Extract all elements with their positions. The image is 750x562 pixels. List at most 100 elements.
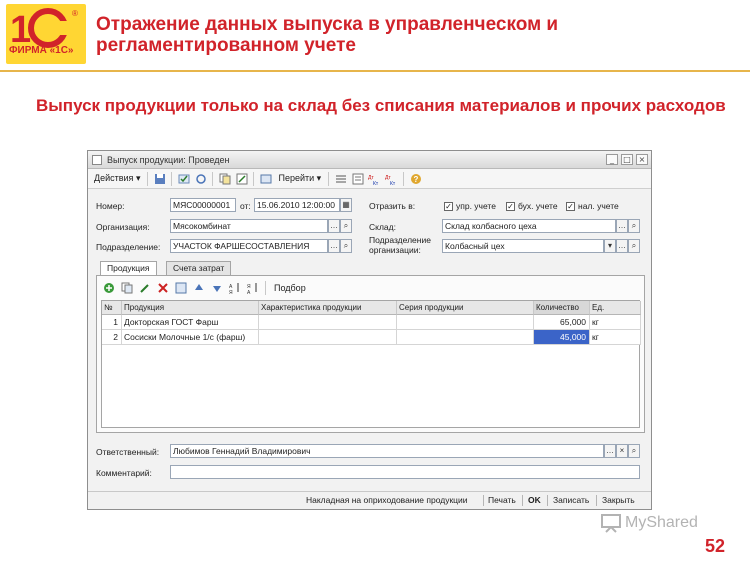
window-title: Выпуск продукции: Проведен <box>107 155 230 165</box>
document-window: Выпуск продукции: Проведен _ □ × Действи… <box>87 150 652 510</box>
row2-characteristic[interactable] <box>259 330 397 345</box>
post-icon[interactable] <box>176 172 191 186</box>
svg-text:?: ? <box>413 175 418 184</box>
sort-asc-icon[interactable]: АЯ <box>227 281 242 295</box>
watermark-text: MyShared <box>625 514 698 531</box>
org-division-label-line2: организации: <box>369 245 421 255</box>
organization-field[interactable]: Мясокомбинат <box>170 219 328 233</box>
close-button[interactable]: Закрыть <box>602 495 635 505</box>
delete-row-icon[interactable] <box>155 281 170 295</box>
row1-characteristic[interactable] <box>259 315 397 330</box>
accounting-label: бух. учете <box>518 201 558 211</box>
date-field[interactable]: 15.06.2010 12:00:00 <box>254 198 340 212</box>
copy-icon[interactable] <box>217 172 232 186</box>
mgmt-accounting-checkbox[interactable]: ✓ <box>444 202 453 211</box>
svg-text:Кт: Кт <box>373 181 379 185</box>
products-tab-panel: АЯ ЯА Подбор № Продукция Характеристика … <box>96 275 645 433</box>
row1-number[interactable]: 1 <box>102 315 122 330</box>
tab-cost-accounts[interactable]: Счета затрат <box>166 261 232 275</box>
close-window-button[interactable]: × <box>636 154 648 165</box>
col-header-quantity[interactable]: Количество <box>534 301 590 315</box>
tab-products[interactable]: Продукция <box>100 261 157 275</box>
reflect-in-label: Отразить в: <box>369 201 416 211</box>
structure-icon[interactable] <box>258 172 273 186</box>
row1-quantity[interactable]: 65,000 <box>534 315 590 330</box>
col-header-unit[interactable]: Ед. <box>590 301 641 315</box>
org-division-select-button[interactable]: … <box>616 239 628 253</box>
responsible-field[interactable]: Любимов Геннадий Владимирович <box>170 444 604 458</box>
comment-label: Комментарий: <box>96 468 152 478</box>
comment-field[interactable] <box>170 465 640 479</box>
division-select-button[interactable]: … <box>328 239 340 253</box>
row1-product[interactable]: Докторская ГОСТ Фарш <box>122 315 259 330</box>
page-number: 52 <box>705 536 726 556</box>
tax-accounting-checkbox[interactable]: ✓ <box>566 202 575 211</box>
row2-number[interactable]: 2 <box>102 330 122 345</box>
col-header-characteristic[interactable]: Характеристика продукции <box>259 301 397 315</box>
responsible-clear-icon[interactable]: × <box>616 444 628 458</box>
col-header-number[interactable]: № <box>102 301 122 315</box>
print-button[interactable]: Печать <box>488 495 516 505</box>
row2-quantity-selected[interactable]: 45,000 <box>534 330 590 345</box>
organization-label: Организация: <box>96 222 150 232</box>
organization-search-icon[interactable]: ⌕ <box>340 219 352 233</box>
add-row-icon[interactable] <box>101 281 116 295</box>
edit-row-icon[interactable] <box>137 281 152 295</box>
ledger-icon[interactable] <box>350 172 365 186</box>
slide-subtitle: Выпуск продукции только на склад без спи… <box>36 96 726 115</box>
grid-icon[interactable] <box>173 281 188 295</box>
save-icon[interactable] <box>152 172 167 186</box>
col-header-series[interactable]: Серия продукции <box>397 301 534 315</box>
selection-button[interactable]: Подбор <box>271 283 309 293</box>
help-icon[interactable]: ? <box>408 172 423 186</box>
move-down-icon[interactable] <box>209 281 224 295</box>
row2-unit[interactable]: кг <box>590 330 641 345</box>
number-field[interactable]: МЯС00000001 <box>170 198 236 212</box>
division-field[interactable]: УЧАСТОК ФАРШЕСОСТАВЛЕНИЯ <box>170 239 328 253</box>
bottom-button-bar: Накладная на оприходование продукции Печ… <box>88 491 651 509</box>
row2-product[interactable]: Сосиски Молочные 1/с (фарш) <box>122 330 259 345</box>
slide-header: 1 ® ФИРМА «1С» Отражение данных выпуска … <box>0 0 750 72</box>
move-up-icon[interactable] <box>191 281 206 295</box>
division-search-icon[interactable]: ⌕ <box>340 239 352 253</box>
mgmt-accounting-label: упр. учете <box>456 201 496 211</box>
responsible-select-button[interactable]: … <box>604 444 616 458</box>
actions-menu[interactable]: Действия ▾ <box>91 173 143 184</box>
org-division-search-icon[interactable]: ⌕ <box>628 239 640 253</box>
accounting-checkbox[interactable]: ✓ <box>506 202 515 211</box>
document-icon <box>92 155 102 165</box>
logo-caption: ФИРМА «1С» <box>9 45 74 56</box>
svg-text:Я: Я <box>229 290 233 294</box>
ok-button[interactable]: OK <box>528 495 541 505</box>
sort-desc-icon[interactable]: ЯА <box>245 281 260 295</box>
row2-series[interactable] <box>397 330 534 345</box>
tax-accounting-label: нал. учете <box>578 201 619 211</box>
dt-kt-icon[interactable]: Дт Кт <box>367 172 382 186</box>
organization-select-button[interactable]: … <box>328 219 340 233</box>
copy-row-icon[interactable] <box>119 281 134 295</box>
dt-kt-tax-icon[interactable]: Дт Кт <box>384 172 399 186</box>
goto-menu[interactable]: Перейти ▾ <box>275 173 324 184</box>
minimize-button[interactable]: _ <box>606 154 618 165</box>
org-division-label-line1: Подразделение <box>369 235 431 245</box>
responsible-search-icon[interactable]: ⌕ <box>628 444 640 458</box>
warehouse-field[interactable]: Склад колбасного цеха <box>442 219 616 233</box>
refresh-icon[interactable] <box>193 172 208 186</box>
number-label: Номер: <box>96 201 125 211</box>
row1-series[interactable] <box>397 315 534 330</box>
row1-unit[interactable]: кг <box>590 315 641 330</box>
production-invoice-button[interactable]: Накладная на оприходование продукции <box>306 495 468 505</box>
org-division-dropdown-icon[interactable]: ▾ <box>604 239 616 253</box>
maximize-button[interactable]: □ <box>621 154 633 165</box>
svg-text:®: ® <box>72 9 78 18</box>
edit-icon[interactable] <box>234 172 249 186</box>
warehouse-search-icon[interactable]: ⌕ <box>628 219 640 233</box>
org-division-field[interactable]: Колбасный цех <box>442 239 604 253</box>
col-header-product[interactable]: Продукция <box>122 301 259 315</box>
warehouse-select-button[interactable]: … <box>616 219 628 233</box>
list-icon[interactable] <box>333 172 348 186</box>
calendar-icon[interactable]: ▦ <box>340 198 352 212</box>
svg-text:Кт: Кт <box>390 181 396 185</box>
main-toolbar: Действия ▾ Перейти ▾ Дт Кт Дт Кт ? <box>88 169 651 189</box>
save-button[interactable]: Записать <box>553 495 589 505</box>
